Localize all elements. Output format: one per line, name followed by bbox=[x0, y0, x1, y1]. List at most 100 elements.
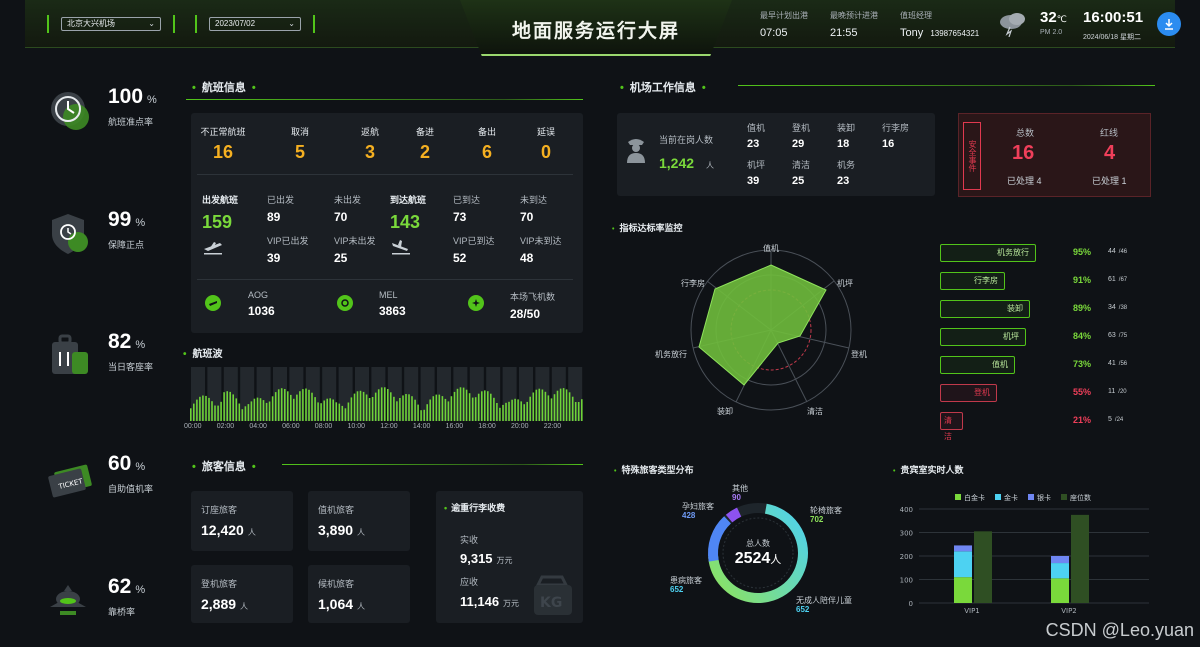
wave-bar bbox=[526, 401, 528, 421]
kpi-unit: % bbox=[135, 339, 146, 351]
indicator-pct: 95% bbox=[1073, 247, 1092, 257]
wave-bar bbox=[411, 396, 413, 421]
wave-tick-label: 06:00 bbox=[282, 423, 300, 430]
wave-bar bbox=[323, 400, 325, 421]
indicator-bar: 行李房 bbox=[940, 272, 1005, 290]
slice-value-pregnant: 428 bbox=[682, 511, 696, 520]
wave-bar bbox=[577, 402, 580, 421]
dep-vip-done: VIP已出发 39 bbox=[267, 234, 309, 265]
booked-card: 订座旅客 12,420 人 bbox=[191, 491, 293, 551]
wave-bar bbox=[459, 387, 462, 421]
abnormal-item: 返航 3 bbox=[350, 125, 390, 163]
vip-y-tick: 0 bbox=[909, 600, 913, 608]
indicator-count: 41/56 bbox=[1108, 360, 1127, 367]
wave-bar bbox=[426, 404, 428, 421]
wave-bar bbox=[581, 399, 583, 421]
wave-bar bbox=[320, 403, 322, 421]
arr-vip-done-label: VIP已到达 bbox=[453, 236, 495, 246]
vip-y-tick: 400 bbox=[900, 506, 913, 514]
local-planes-label: 本场飞机数 bbox=[510, 292, 556, 302]
clock-icon bbox=[46, 87, 94, 135]
abnormal-label: 延误 bbox=[536, 127, 555, 137]
role-label: 机务 bbox=[837, 160, 856, 170]
duty-manager-phone: 13987654321 bbox=[930, 29, 980, 38]
aog-icon bbox=[205, 295, 221, 311]
wave-bar bbox=[223, 392, 225, 421]
onduty-label: 当前在岗人数 bbox=[659, 135, 714, 145]
download-icon[interactable] bbox=[1157, 12, 1181, 36]
wave-bar bbox=[271, 396, 274, 421]
wave-bar bbox=[453, 391, 456, 421]
dep-not: 未出发 70 bbox=[334, 193, 361, 224]
wave-bar bbox=[329, 398, 331, 421]
legend-label: 白金卡 bbox=[964, 495, 985, 502]
aog-label: AOG bbox=[248, 290, 269, 300]
wave-bar bbox=[302, 389, 304, 421]
abnormal-value: 0 bbox=[540, 142, 551, 162]
page-title: 地面服务运行大屏 bbox=[511, 21, 680, 42]
date-select-value: 2023/07/02 bbox=[215, 19, 256, 28]
vip-y-tick: 200 bbox=[900, 553, 913, 561]
mel-label: MEL bbox=[379, 290, 398, 300]
indicator-bar-row: 值机 73% 41/56 bbox=[940, 356, 1130, 374]
work-title-text: 机场工作信息 bbox=[629, 82, 696, 94]
legend-label: 银卡 bbox=[1037, 495, 1051, 502]
role-label: 行李房 bbox=[882, 123, 910, 133]
shield-icon bbox=[46, 210, 94, 258]
indicator-count-value: 41 bbox=[1108, 360, 1116, 367]
dep-vip-not-label: VIP未出发 bbox=[334, 236, 376, 246]
wave-tick-label: 00:00 bbox=[184, 423, 202, 430]
departures-value: 159 bbox=[202, 212, 233, 232]
wave-bar bbox=[296, 394, 298, 421]
special-title-text: 特殊旅客类型分布 bbox=[621, 465, 694, 475]
wave-bar bbox=[505, 402, 507, 421]
duty-manager-label: 值班经理 bbox=[900, 11, 932, 20]
wave-bar bbox=[359, 390, 362, 421]
special-section-title: • 特殊旅客类型分布 bbox=[614, 465, 694, 475]
arrivals: 到达航班 143 bbox=[390, 193, 426, 260]
kpi-bridge: 62% 靠桥率 bbox=[40, 575, 190, 635]
slice-value-other: 90 bbox=[732, 493, 741, 502]
wave-bar bbox=[384, 387, 386, 421]
arr-vip-not-label: VIP未到达 bbox=[520, 236, 562, 246]
kpi-self-checkin-label: 自助值机率 bbox=[108, 484, 154, 494]
abnormal-label: 备出 bbox=[477, 127, 496, 137]
flight-section-title: • 航班信息 • bbox=[192, 82, 256, 94]
money-unit: 万元 bbox=[496, 556, 513, 565]
wave-bar bbox=[247, 404, 250, 421]
wave-bar bbox=[338, 403, 341, 421]
indicator-pct: 73% bbox=[1073, 359, 1092, 369]
wave-bar bbox=[387, 389, 389, 421]
wave-bar bbox=[508, 401, 510, 421]
airport-select[interactable]: 北京大兴机场 ⌄ bbox=[61, 17, 161, 31]
donut-center-label: 总人数 bbox=[746, 539, 770, 548]
dep-vip-not-value: 25 bbox=[334, 251, 348, 265]
arr-vip-done: VIP已到达 52 bbox=[453, 234, 495, 265]
indicator-bar: 值机 bbox=[940, 356, 1015, 374]
passenger-section-title: • 旅客信息 • bbox=[192, 461, 256, 473]
booked-value: 12,420 bbox=[201, 522, 244, 538]
role-item: 登机 29 bbox=[792, 121, 810, 150]
temperature-value: 32 bbox=[1040, 9, 1057, 26]
safety-red-done: 已处理 1 bbox=[1092, 176, 1127, 186]
flight-panel: 不正常航班 16 取消 5 返航 3 备进 2 备出 6 延误 0 出发航班 159 已出发 89 未出… bbox=[191, 113, 583, 333]
abnormal-label: 取消 bbox=[290, 127, 309, 137]
work-section-title: • 机场工作信息 • bbox=[620, 82, 706, 94]
wave-bar bbox=[417, 404, 419, 421]
wave-bar bbox=[362, 391, 365, 421]
departure-plane-icon bbox=[202, 239, 238, 260]
latest-arrival: 最晚预计进港 21:55 bbox=[830, 10, 878, 39]
passenger-section-line bbox=[282, 464, 583, 465]
wave-bar bbox=[344, 408, 347, 421]
indicator-bar: 清洁 bbox=[940, 412, 963, 441]
date-select[interactable]: 2023/07/02 ⌄ bbox=[209, 17, 301, 31]
wave-bar bbox=[199, 396, 201, 421]
wave-tick-label: 02:00 bbox=[216, 423, 235, 430]
indicator-pct: 55% bbox=[1073, 387, 1092, 397]
aog: AOG 1036 bbox=[248, 290, 275, 318]
wave-section-title: • 航班波 bbox=[183, 349, 223, 360]
vip-bar-segment bbox=[1051, 563, 1069, 579]
indicator-count-value: 34 bbox=[1108, 304, 1116, 311]
wave-bar bbox=[284, 389, 286, 421]
wave-bar bbox=[529, 396, 531, 421]
